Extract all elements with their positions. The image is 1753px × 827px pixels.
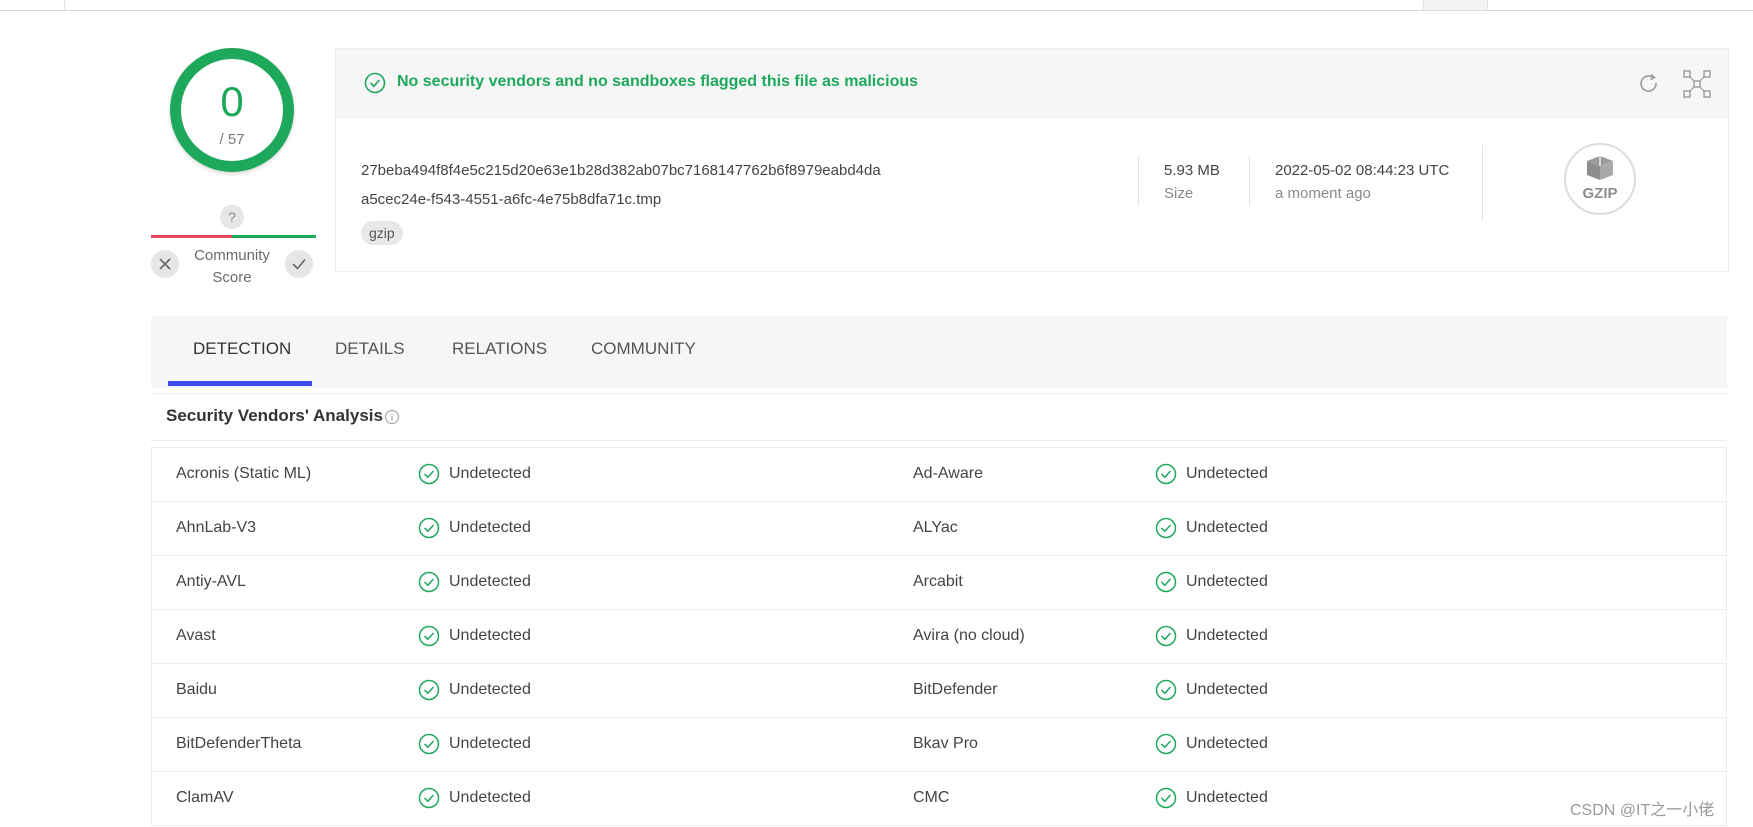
check-circle-icon: [418, 679, 440, 701]
check-circle-icon: [418, 463, 440, 485]
check-circle-icon: [418, 571, 440, 593]
check-circle-icon: [1155, 733, 1177, 755]
file-type-label: GZIP: [1582, 185, 1618, 202]
info-icon[interactable]: [384, 409, 400, 425]
file-type-badge: GZIP: [1564, 143, 1636, 215]
top-toolbar: [0, 0, 1753, 11]
table-row: Avast Undetected Avira (no cloud) Undetecte…: [152, 610, 1726, 664]
vendor-name: Baidu: [176, 681, 217, 698]
table-row: AhnLab-V3 Undetected ALYac Undetected: [152, 502, 1726, 556]
divider: [1138, 156, 1139, 206]
vendor-result: Undetected: [449, 465, 531, 482]
file-size-value: 5.93 MB: [1164, 162, 1220, 179]
vendor-name: Avira (no cloud): [913, 627, 1025, 644]
verdict-headline: No security vendors and no sandboxes fla…: [397, 73, 919, 90]
table-row: ClamAV Undetected CMC Undetected: [152, 772, 1726, 826]
vendor-name: Antiy-AVL: [176, 573, 246, 590]
analysis-date-relative: a moment ago: [1275, 185, 1371, 202]
upvote-button[interactable]: [285, 250, 313, 278]
vendor-result: Undetected: [1186, 735, 1268, 752]
detection-score-ring: 0 / 57: [170, 48, 294, 172]
reanalyze-icon[interactable]: [1636, 71, 1662, 97]
vendor-result: Undetected: [1186, 627, 1268, 644]
divider: [151, 440, 1727, 441]
check-circle-icon: [1155, 679, 1177, 701]
file-name: a5cec24e-f543-4551-a6fc-4e75b8dfa71c.tmp: [361, 191, 662, 208]
detection-count: 0: [220, 78, 244, 125]
table-row: BitDefenderTheta Undetected Bkav Pro Undete…: [152, 718, 1726, 772]
vendor-result: Undetected: [449, 519, 531, 536]
report-tabs: DETECTION DETAILS RELATIONS COMMUNITY: [151, 316, 1727, 388]
check-circle-icon: [1155, 517, 1177, 539]
watermark: CSDN @IT之一小佬: [1570, 802, 1715, 819]
table-row: Baidu Undetected BitDefender Undetected: [152, 664, 1726, 718]
community-score-bar-positive: [232, 235, 316, 238]
community-score-bar-negative: [151, 235, 232, 238]
vendor-result: Undetected: [449, 681, 531, 698]
toolbar-button[interactable]: [1423, 0, 1488, 10]
table-row: Acronis (Static ML) Undetected Ad-Aware Und…: [152, 448, 1726, 502]
vendor-result: Undetected: [449, 789, 531, 806]
divider: [151, 393, 1727, 394]
toolbar-divider: [64, 0, 65, 10]
vendor-result: Undetected: [449, 735, 531, 752]
vendor-name: AhnLab-V3: [176, 519, 257, 536]
check-circle-icon: [1155, 787, 1177, 809]
vendor-result: Undetected: [1186, 789, 1268, 806]
vendor-name: CMC: [913, 789, 950, 806]
downvote-button[interactable]: [151, 250, 179, 278]
x-icon: [159, 258, 171, 270]
vendor-result: Undetected: [1186, 573, 1268, 590]
vendor-name: ALYac: [913, 519, 958, 536]
archive-box-icon: [1587, 156, 1613, 180]
vendor-name: Acronis (Static ML): [176, 465, 312, 482]
vendor-result: Undetected: [449, 573, 531, 590]
vendor-name: Bkav Pro: [913, 735, 978, 752]
check-circle-icon: [418, 733, 440, 755]
file-size-label: Size: [1164, 185, 1194, 202]
tab-community[interactable]: COMMUNITY: [591, 316, 696, 386]
community-label-line2: Score: [212, 269, 252, 286]
tab-relations[interactable]: RELATIONS: [452, 316, 547, 386]
vendor-result: Undetected: [449, 627, 531, 644]
vendor-results-table: Acronis (Static ML) Undetected Ad-Aware Und…: [151, 447, 1727, 826]
vendor-result: Undetected: [1186, 681, 1268, 698]
community-label-line1: Community: [194, 247, 270, 264]
active-tab-indicator: [168, 381, 312, 386]
divider: [1249, 156, 1250, 206]
vendor-name: BitDefender: [913, 681, 998, 698]
community-score-value: ?: [220, 205, 244, 229]
community-score-label: Community Score: [185, 245, 279, 289]
vendor-result: Undetected: [1186, 465, 1268, 482]
score-ring-inner: 0 / 57: [181, 59, 283, 161]
check-circle-icon: [418, 787, 440, 809]
analysis-date: 2022-05-02 08:44:23 UTC: [1275, 162, 1450, 179]
check-circle-icon: [1155, 625, 1177, 647]
vendor-name: ClamAV: [176, 789, 234, 806]
vendor-name: Arcabit: [913, 573, 963, 590]
verdict-banner: No security vendors and no sandboxes fla…: [336, 49, 1728, 119]
check-circle-icon: [1155, 463, 1177, 485]
vendor-name: Avast: [176, 627, 216, 644]
file-hash[interactable]: 27beba494f8f4e5c215d20e63e1b28d382ab07bc…: [361, 162, 881, 179]
file-summary-card: No security vendors and no sandboxes fla…: [335, 48, 1729, 272]
section-title: Security Vendors' Analysis: [166, 406, 383, 425]
engine-total: / 57: [219, 131, 245, 148]
check-circle-icon: [364, 72, 386, 94]
vendor-result: Undetected: [1186, 519, 1268, 536]
check-icon: [292, 258, 306, 270]
table-row: Antiy-AVL Undetected Arcabit Undetected: [152, 556, 1726, 610]
vendor-name: Ad-Aware: [913, 465, 983, 482]
vendor-name: BitDefenderTheta: [176, 735, 302, 752]
check-circle-icon: [1155, 571, 1177, 593]
check-circle-icon: [418, 625, 440, 647]
graph-view-icon[interactable]: [1682, 69, 1712, 99]
check-circle-icon: [418, 517, 440, 539]
file-tag[interactable]: gzip: [361, 221, 403, 245]
tab-details[interactable]: DETAILS: [335, 316, 405, 386]
divider: [1482, 145, 1483, 221]
tab-detection[interactable]: DETECTION: [193, 316, 291, 386]
